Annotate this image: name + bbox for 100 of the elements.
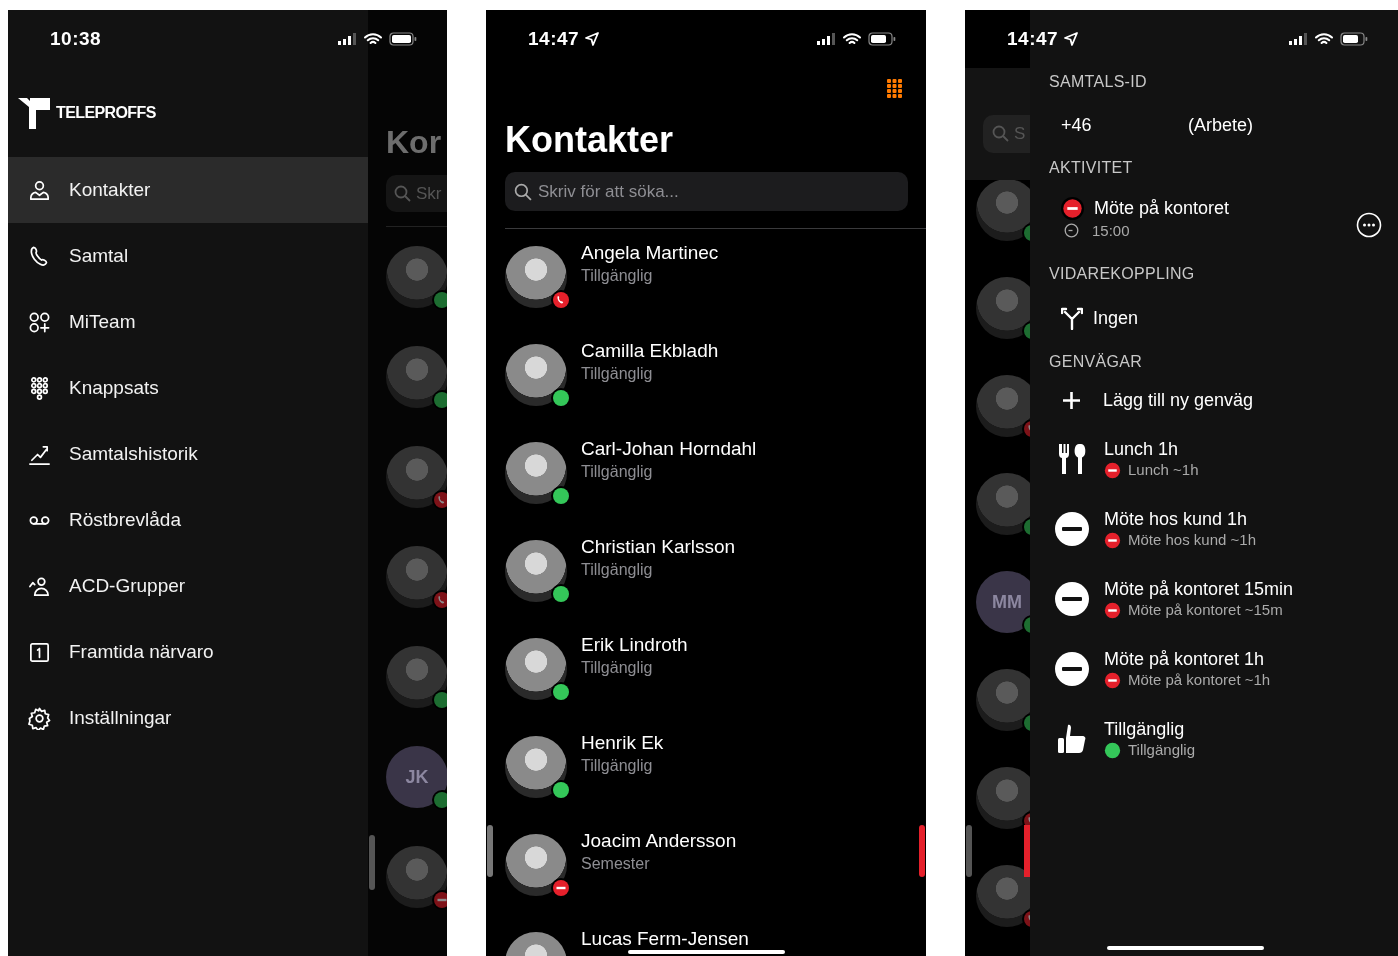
section-heading: AKTIVITET — [1049, 158, 1134, 178]
wifi-icon — [1315, 32, 1333, 46]
signal-icon — [338, 33, 357, 45]
photo-placeholder — [505, 442, 567, 504]
presence-status: Tillgänglig — [581, 560, 654, 580]
menu-item[interactable]: Samtal — [8, 223, 368, 289]
contact-row[interactable]: Angela Martinec Tillgänglig — [486, 229, 926, 327]
presence-status: Tillgänglig — [581, 364, 654, 384]
more-icon[interactable] — [1356, 211, 1382, 238]
initials-avatar: JK — [386, 746, 447, 808]
minus-circle-icon — [1054, 511, 1090, 547]
status-time: 14:47 — [1007, 28, 1059, 50]
status-dot-icon — [1104, 741, 1121, 759]
photo-placeholder — [505, 736, 567, 798]
forwarding-option[interactable]: Ingen — [1049, 288, 1398, 348]
menu-label: MiTeam — [69, 311, 136, 333]
menu-item[interactable]: Kontakter — [8, 157, 368, 223]
presence-status: Semester — [581, 854, 651, 874]
shortcut-item[interactable]: Möte på kontoret 15min Möte på kontoret ~15m — [1049, 564, 1398, 634]
shortcut-title: Lunch 1h — [1104, 438, 1180, 460]
wifi-icon — [843, 32, 861, 46]
page-title: Kontakter — [505, 118, 675, 162]
section-heading: GENVÄGAR — [1049, 352, 1144, 372]
settings-icon — [28, 706, 51, 730]
status-dot-icon — [1104, 531, 1121, 549]
photo-placeholder — [505, 540, 567, 602]
contact-row[interactable]: Camilla Ekbladh Tillgänglig — [486, 327, 926, 425]
signal-icon — [817, 33, 836, 45]
shortcut-status: Möte hos kund ~1h — [1128, 530, 1256, 550]
battery-icon — [868, 32, 896, 46]
keypad-icon[interactable] — [887, 78, 903, 98]
menu-label: Framtida närvaro — [69, 641, 214, 663]
signal-icon — [1289, 33, 1308, 45]
menu-item[interactable]: Knappsats — [8, 355, 368, 421]
menu-item[interactable]: Röstbrevlåda — [8, 487, 368, 553]
contact-row[interactable]: Henrik Ek Tillgänglig — [486, 719, 926, 817]
menu-label: Knappsats — [69, 377, 159, 399]
photo-placeholder — [976, 865, 1030, 927]
scroll-indicator — [966, 825, 972, 877]
battery-icon — [1340, 32, 1368, 46]
keypad-icon — [28, 376, 51, 400]
shortcut-item[interactable]: Lunch 1h Lunch ~1h — [1049, 424, 1398, 494]
calendar-icon — [28, 640, 51, 664]
caller-id-option[interactable]: +46 (Arbete) — [1049, 96, 1398, 154]
battery-icon — [389, 32, 417, 46]
contact-row[interactable]: Lucas Ferm-Jensen — [486, 915, 926, 956]
contact-name: Angela Martinec — [581, 242, 719, 264]
contact-name: Henrik Ek — [581, 732, 664, 754]
menu-label: Samtalshistorik — [69, 443, 198, 465]
presence-status: Tillgänglig — [581, 462, 654, 482]
contact-name: Carl-Johan Horndahl — [581, 438, 757, 460]
shortcut-item[interactable]: Tillgänglig Tillgänglig — [1049, 704, 1398, 774]
photo-placeholder — [976, 179, 1030, 241]
menu-label: Samtal — [69, 245, 129, 267]
search-field[interactable]: Skriv för att söka... — [505, 172, 908, 211]
contact-name: Joacim Andersson — [581, 830, 737, 852]
photo-placeholder — [505, 344, 567, 406]
contact-row[interactable]: Christian Karlsson Tillgänglig — [486, 523, 926, 621]
minus-circle-icon — [1054, 651, 1090, 687]
search-field[interactable]: Skr — [386, 175, 447, 212]
menu-item[interactable]: ACD-Grupper — [8, 553, 368, 619]
scroll-indicator — [369, 835, 375, 890]
contact-row[interactable]: Carl-Johan Horndahl Tillgänglig — [486, 425, 926, 523]
shortcut-status: Lunch ~1h — [1128, 460, 1199, 480]
photo-placeholder — [976, 767, 1030, 829]
logo-icon — [18, 96, 50, 129]
number-label: (Arbete) — [1188, 114, 1254, 136]
activity-end-time: 15:00 — [1092, 221, 1130, 239]
shortcut-item[interactable]: Möte hos kund 1h Möte hos kund ~1h — [1049, 494, 1398, 564]
team-icon — [28, 310, 51, 334]
contact-row[interactable]: Erik Lindroth Tillgänglig — [486, 621, 926, 719]
shortcut-item[interactable]: Möte på kontoret 1h Möte på kontoret ~1h — [1049, 634, 1398, 704]
split-arrow-icon — [1061, 306, 1083, 330]
contact-row[interactable]: Joacim Andersson Semester — [486, 817, 926, 915]
presence-status: Tillgänglig — [581, 756, 654, 776]
status-dot-icon — [1104, 461, 1121, 479]
shortcut-status: Tillgänglig — [1128, 740, 1195, 760]
status-dot-icon — [1104, 671, 1121, 689]
status-time: 10:38 — [50, 28, 102, 50]
menu-label: ACD-Grupper — [69, 575, 186, 597]
photo-placeholder — [505, 246, 567, 308]
photo-placeholder — [505, 834, 567, 896]
contact-name: Christian Karlsson — [581, 536, 736, 558]
photo-placeholder — [976, 277, 1030, 339]
search-icon — [992, 125, 1009, 142]
menu-item[interactable]: Inställningar — [8, 685, 368, 751]
shortcut-status: Möte på kontoret ~15m — [1128, 600, 1283, 620]
section-heading: VIDAREKOPPLING — [1049, 264, 1196, 284]
menu-item[interactable]: Samtalshistorik — [8, 421, 368, 487]
menu-item[interactable]: MiTeam — [8, 289, 368, 355]
status-dot-icon — [1104, 601, 1121, 619]
presence-status: Tillgänglig — [581, 658, 654, 678]
page-title: Kor — [386, 123, 443, 162]
add-shortcut-button[interactable]: Lägg till ny genväg — [1049, 376, 1398, 424]
search-icon — [514, 183, 532, 201]
menu-item[interactable]: Framtida närvaro — [8, 619, 368, 685]
shortcut-title: Möte på kontoret 15min — [1104, 578, 1294, 600]
menu-label: Inställningar — [69, 707, 172, 729]
shortcut-title: Möte hos kund 1h — [1104, 508, 1249, 530]
contact-name: Lucas Ferm-Jensen — [581, 928, 749, 950]
